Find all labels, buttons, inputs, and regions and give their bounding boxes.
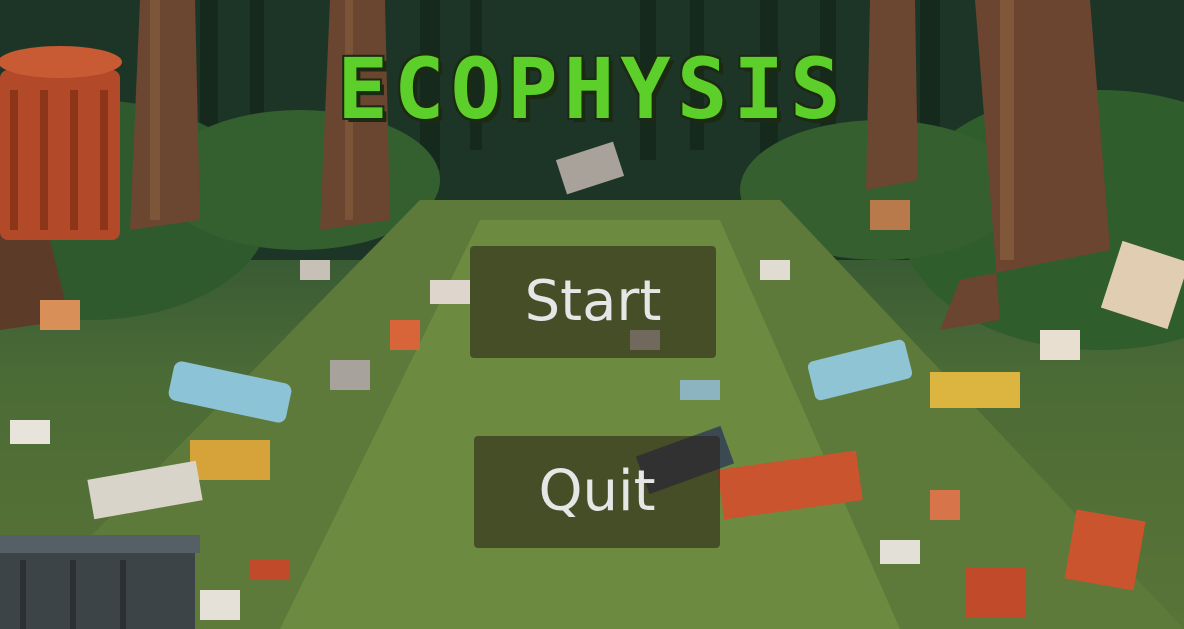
game-title: ECOPHYSIS [337, 40, 847, 138]
start-button[interactable]: Start [470, 246, 716, 358]
quit-button[interactable]: Quit [474, 436, 720, 548]
dumpster-illustration [0, 535, 200, 629]
